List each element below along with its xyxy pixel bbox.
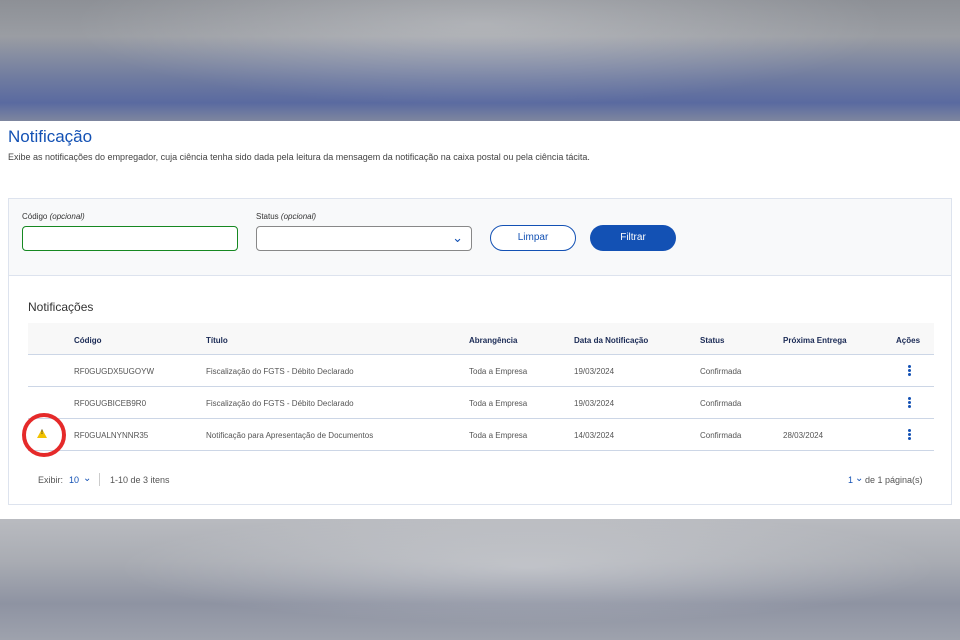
cell-titulo: Fiscalização do FGTS - Débito Declarado xyxy=(206,399,354,408)
status-optional-hint: (opcional) xyxy=(280,212,317,221)
cell-data: 19/03/2024 xyxy=(574,367,615,376)
column-header-status[interactable]: Status xyxy=(700,336,724,345)
table-header: Código Título Abrangência Data da Notifi… xyxy=(28,323,934,355)
pagination-bar: Exibir: 10 ⌄ 1-10 de 3 itens 1 ⌄ de 1 pá… xyxy=(28,473,934,489)
table-row[interactable]: RF0GUGDX5UGOYW Fiscalização do FGTS - Dé… xyxy=(28,355,934,387)
cell-abrangencia: Toda a Empresa xyxy=(469,399,528,408)
table-row[interactable]: RF0GUGBICEB9R0 Fiscalização do FGTS - Dé… xyxy=(28,387,934,419)
cell-data: 19/03/2024 xyxy=(574,399,615,408)
table-row[interactable]: RF0GUALNYNNR35 Notificação para Apresent… xyxy=(22,413,934,457)
cell-codigo: RF0GUGBICEB9R0 xyxy=(74,399,147,408)
cell-proxima-entrega: 28/03/2024 xyxy=(783,431,824,440)
cell-codigo: RF0GUGDX5UGOYW xyxy=(74,367,155,376)
page-description: Exibe as notificações do empregador, cuj… xyxy=(8,152,590,162)
highlight-circle xyxy=(22,413,66,457)
kebab-menu-icon[interactable] xyxy=(904,364,914,378)
status-label-text: Status xyxy=(256,212,279,221)
chevron-down-icon[interactable]: ⌄ xyxy=(83,473,91,484)
pagination-divider xyxy=(99,473,100,486)
status-select[interactable]: ⌄ xyxy=(256,226,472,251)
clear-button[interactable]: Limpar xyxy=(490,225,576,251)
column-header-codigo[interactable]: Código xyxy=(74,336,102,345)
chevron-down-icon: ⌄ xyxy=(452,230,463,245)
codigo-input[interactable] xyxy=(22,226,238,251)
column-header-titulo[interactable]: Título xyxy=(206,336,228,345)
cell-status: Confirmada xyxy=(700,399,742,408)
codigo-label-text: Código xyxy=(22,212,48,221)
cell-data: 14/03/2024 xyxy=(574,431,615,440)
blurred-background-bottom xyxy=(0,519,960,640)
column-header-proxima-entrega[interactable]: Próxima Entrega xyxy=(783,336,847,345)
cell-status: Confirmada xyxy=(700,431,742,440)
kebab-menu-icon[interactable] xyxy=(904,428,914,442)
cell-abrangencia: Toda a Empresa xyxy=(469,431,528,440)
results-panel: Notificações Código Título Abrangência D… xyxy=(8,276,952,505)
codigo-optional-hint: (opcional) xyxy=(49,212,85,221)
column-header-abrangencia[interactable]: Abrangência xyxy=(469,336,517,345)
items-count: 1-10 de 3 itens xyxy=(110,475,170,485)
cell-codigo: RF0GUALNYNNR35 xyxy=(74,431,149,440)
page-size-label: Exibir: xyxy=(38,475,64,485)
page-title: Notificação xyxy=(8,127,93,146)
cell-titulo: Notificação para Apresentação de Documen… xyxy=(206,431,374,440)
cell-status: Confirmada xyxy=(700,367,742,376)
notification-page: Notificação Exibe as notificações do emp… xyxy=(0,121,960,519)
column-header-acoes: Ações xyxy=(896,336,921,345)
filter-panel: Código (opcional) Status (opcional) ⌄ Li… xyxy=(8,198,952,276)
cell-abrangencia: Toda a Empresa xyxy=(469,367,528,376)
warning-icon xyxy=(37,429,47,438)
kebab-menu-icon[interactable] xyxy=(904,396,914,410)
pages-count: de 1 página(s) xyxy=(865,475,923,485)
status-label: Status (opcional) xyxy=(256,212,316,221)
current-page-select[interactable]: 1 xyxy=(848,475,853,485)
notifications-table: Código Título Abrangência Data da Notifi… xyxy=(22,323,934,457)
page-size-select[interactable]: 10 xyxy=(69,475,79,485)
cell-titulo: Fiscalização do FGTS - Débito Declarado xyxy=(206,367,354,376)
column-header-data[interactable]: Data da Notificação xyxy=(574,336,648,345)
chevron-down-icon[interactable]: ⌄ xyxy=(855,473,863,484)
codigo-label: Código (opcional) xyxy=(22,212,85,221)
results-title: Notificações xyxy=(28,300,94,314)
blurred-background-top xyxy=(0,0,960,121)
filter-button[interactable]: Filtrar xyxy=(590,225,676,251)
